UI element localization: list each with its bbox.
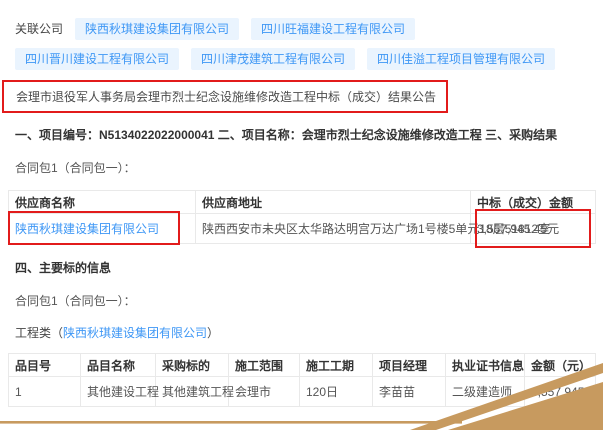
company-chip[interactable]: 四川佳溢工程项目管理有限公司 xyxy=(367,48,555,70)
package-label: 合同包1（合同包一）： xyxy=(15,292,595,309)
table-row: 陕西秋琪建设集团有限公司 陕西西安市未央区太华路达明宫万达广场1号楼5单元18层… xyxy=(9,214,596,244)
gold-ribbon-decoration xyxy=(0,350,603,430)
company-chip[interactable]: 四川旺福建设工程有限公司 xyxy=(251,18,415,40)
related-companies-row: 关联公司 陕西秋琪建设集团有限公司 四川旺福建设工程有限公司 四川晋川建设工程有… xyxy=(8,18,588,70)
annotation-box-title: 会理市退役军人事务局会理市烈士纪念设施维修改造工程中标（成交）结果公告 xyxy=(2,80,448,113)
column-header-supplier-name: 供应商名称 xyxy=(9,191,196,214)
column-header-bid-amount: 中标（成交）金额 xyxy=(471,191,596,214)
project-meta-line: 一、项目编号：N5134022022000041 二、项目名称：会理市烈士纪念设… xyxy=(15,126,595,143)
section-title-main-subject: 四、主要标的信息 xyxy=(15,259,595,276)
category-suffix: ） xyxy=(207,326,219,340)
column-header-supplier-address: 供应商地址 xyxy=(196,191,471,214)
company-chip[interactable]: 陕西秋琪建设集团有限公司 xyxy=(75,18,239,40)
company-chip[interactable]: 四川津茂建筑工程有限公司 xyxy=(191,48,355,70)
category-prefix: 工程类（ xyxy=(15,326,63,340)
announcement-title: 会理市退役军人事务局会理市烈士纪念设施维修改造工程中标（成交）结果公告 xyxy=(16,90,436,104)
category-company-link[interactable]: 陕西秋琪建设集团有限公司 xyxy=(63,326,207,340)
package-label: 合同包1（合同包一）： xyxy=(15,159,595,176)
supplier-link[interactable]: 陕西秋琪建设集团有限公司 xyxy=(15,222,159,236)
related-companies-label: 关联公司 xyxy=(15,18,63,40)
category-line: 工程类（陕西秋琪建设集团有限公司） xyxy=(15,324,595,341)
gold-corner-triangle xyxy=(448,382,603,430)
supplier-address: 陕西西安市未央区太华路达明宫万达广场1号楼5单元18层51812室 xyxy=(196,214,471,244)
gold-line xyxy=(0,421,462,424)
announcement-page: 关联公司 陕西秋琪建设集团有限公司 四川旺福建设工程有限公司 四川晋川建设工程有… xyxy=(0,0,603,430)
result-table-header-row: 供应商名称 供应商地址 中标（成交）金额 xyxy=(9,191,596,214)
result-table: 供应商名称 供应商地址 中标（成交）金额 陕西秋琪建设集团有限公司 陕西西安市未… xyxy=(8,190,596,244)
company-chip[interactable]: 四川晋川建设工程有限公司 xyxy=(15,48,179,70)
bid-amount: 3,557,945.45元 xyxy=(477,222,559,236)
